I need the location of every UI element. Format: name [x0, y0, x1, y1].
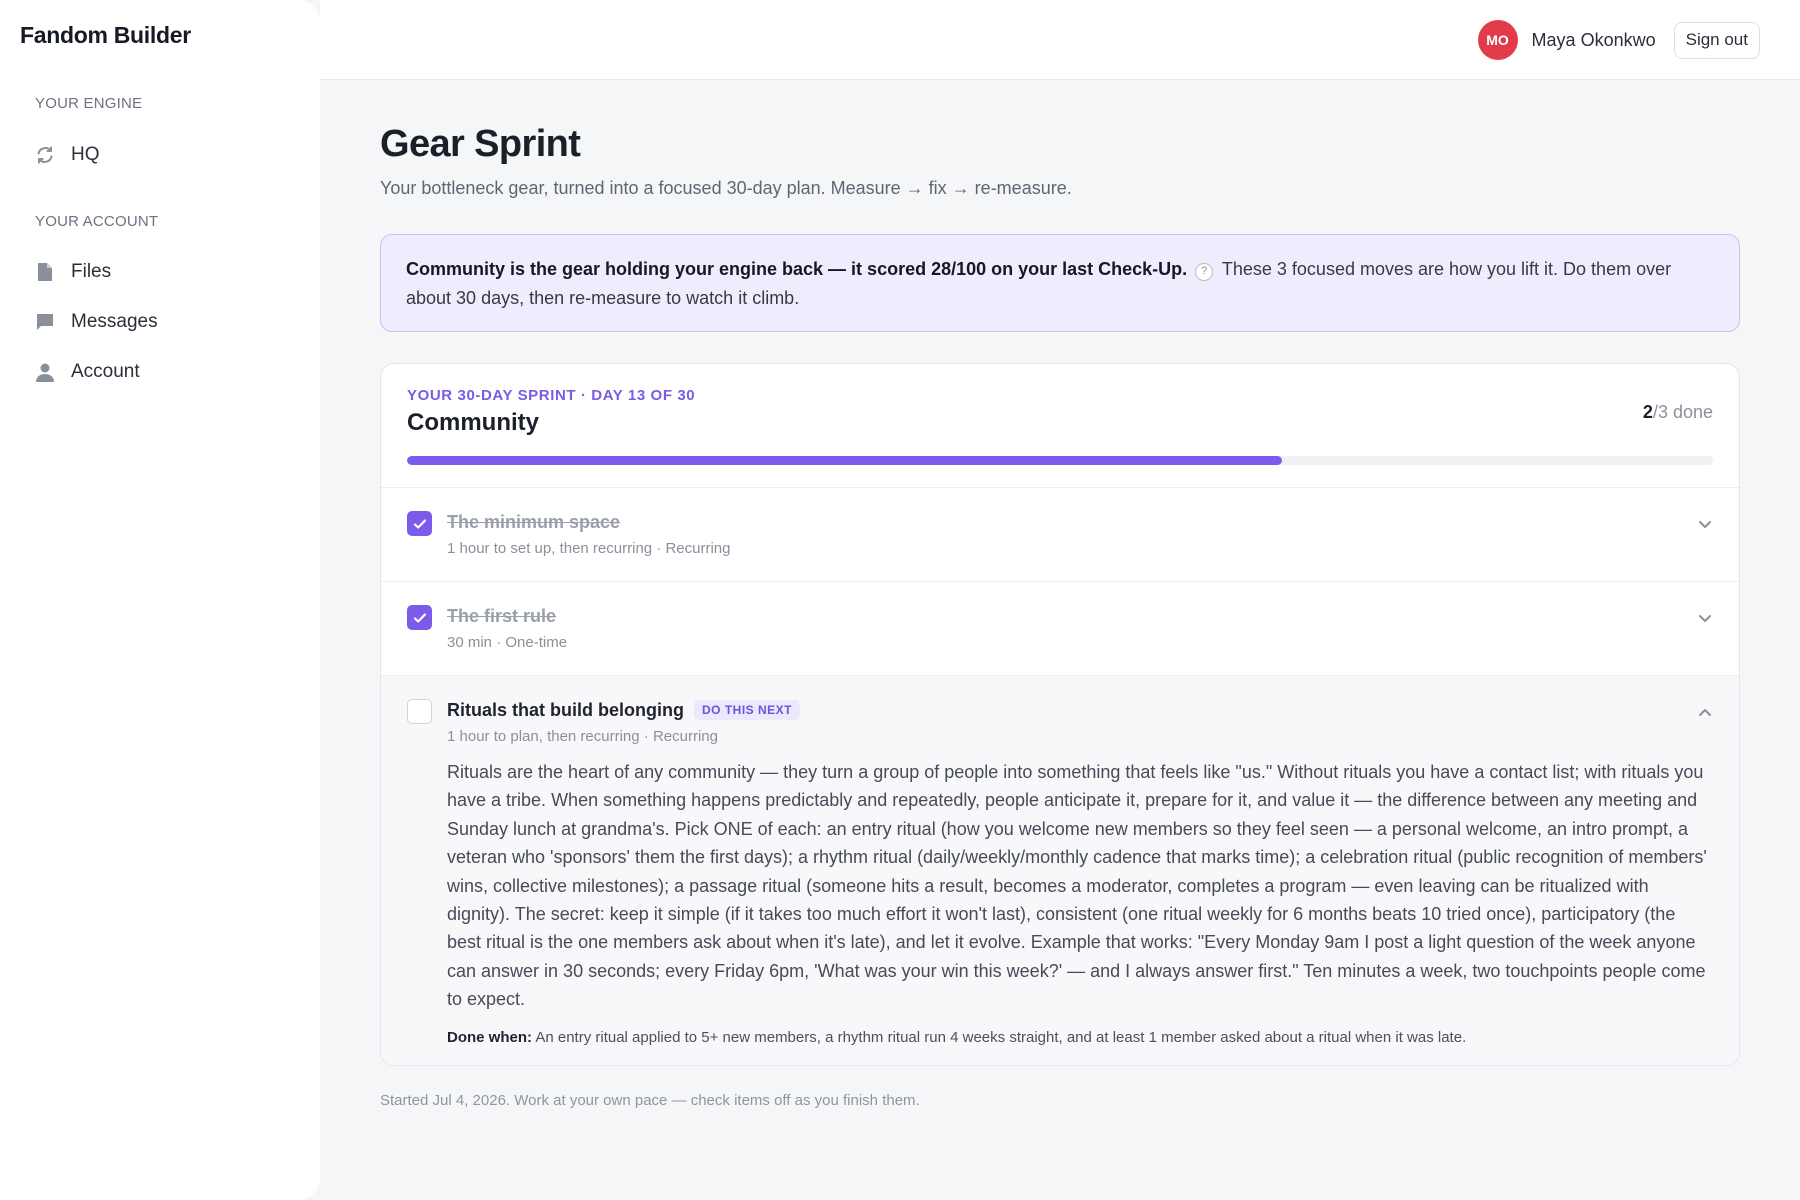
brand-logo[interactable]: Fandom Builder	[20, 22, 191, 49]
task-done-when: Done when: An entry ritual applied to 5+…	[447, 1029, 1709, 1046]
task-checkbox[interactable]	[407, 511, 432, 536]
sidebar-item-label: Account	[71, 361, 140, 382]
sprint-progress-count: 2/3 done	[1643, 402, 1713, 423]
sidebar-item-label: Files	[71, 261, 112, 282]
bottleneck-banner: Community is the gear holding your engin…	[380, 234, 1740, 332]
chevron-down-icon[interactable]	[1697, 516, 1713, 532]
chevron-down-icon[interactable]	[1697, 610, 1713, 626]
sprint-progress-bar	[407, 456, 1713, 465]
sprint-header: YOUR 30-DAY SPRINT · DAY 13 OF 30 Commun…	[381, 364, 1739, 488]
page-subtitle: Your bottleneck gear, turned into a focu…	[380, 178, 1072, 198]
task-item[interactable]: The minimum space 1 hour to set up, then…	[381, 488, 1739, 582]
task-title: The minimum space	[447, 512, 621, 532]
page-title: Gear Sprint	[380, 123, 581, 165]
sidebar-item-label: Messages	[71, 311, 158, 332]
sidebar: Fandom Builder YOUR ENGINE HQ YOUR ACCOU…	[0, 0, 320, 1200]
task-description: Rituals are the heart of any community —…	[447, 762, 1707, 1010]
sprint-footnote: Started Jul 4, 2026. Work at your own pa…	[380, 1092, 920, 1109]
do-next-badge: DO THIS NEXT	[693, 700, 800, 720]
done-when-text: An entry ritual applied to 5+ new member…	[535, 1029, 1467, 1046]
total-suffix: /3 done	[1652, 402, 1713, 422]
sidebar-item-account[interactable]: Account	[35, 356, 140, 388]
sidebar-item-label: HQ	[71, 144, 100, 165]
refresh-icon	[35, 144, 55, 166]
sprint-card: YOUR 30-DAY SPRINT · DAY 13 OF 30 Commun…	[380, 363, 1740, 1066]
avatar[interactable]: MO	[1477, 20, 1518, 60]
sidebar-item-files[interactable]: Files	[35, 256, 111, 288]
help-icon[interactable]: ?	[1195, 262, 1214, 281]
done-when-label: Done when:	[447, 1029, 532, 1046]
top-bar: MO Maya Okonkwo Sign out	[320, 0, 1800, 80]
task-item[interactable]: The first rule 30 min · One-time	[381, 582, 1739, 676]
sidebar-section-account: YOUR ACCOUNT	[35, 213, 159, 230]
task-item-expanded[interactable]: Rituals that build belonging DO THIS NEXT…	[381, 676, 1739, 1065]
sprint-progress-fill	[407, 456, 1283, 465]
user-menu: MO Maya Okonkwo Sign out	[1477, 20, 1760, 60]
check-icon	[413, 612, 426, 623]
sidebar-item-messages[interactable]: Messages	[35, 306, 158, 338]
check-icon	[413, 518, 426, 529]
sprint-name: Community	[407, 409, 539, 436]
task-title-text: Rituals that build belonging	[447, 700, 684, 720]
sidebar-section-engine: YOUR ENGINE	[35, 95, 143, 112]
task-title: The first rule	[447, 606, 557, 626]
banner-headline: Community is the gear holding your engin…	[406, 259, 1188, 279]
file-icon	[35, 261, 55, 283]
task-meta: 30 min · One-time	[447, 634, 568, 651]
chevron-up-icon[interactable]	[1697, 704, 1713, 720]
app-root: Fandom Builder YOUR ENGINE HQ YOUR ACCOU…	[0, 0, 1800, 1200]
task-meta: 1 hour to plan, then recurring · Recurri…	[447, 728, 718, 745]
done-count: 2	[1642, 402, 1653, 422]
task-meta: 1 hour to set up, then recurring · Recur…	[447, 540, 731, 557]
sidebar-item-hq[interactable]: HQ	[35, 139, 100, 171]
sign-out-button[interactable]: Sign out	[1673, 21, 1760, 59]
task-checkbox[interactable]	[407, 605, 432, 630]
user-icon	[35, 361, 55, 383]
message-icon	[35, 311, 55, 333]
sprint-kicker: YOUR 30-DAY SPRINT · DAY 13 OF 30	[407, 387, 696, 404]
user-name: Maya Okonkwo	[1531, 29, 1656, 50]
task-checkbox[interactable]	[407, 699, 432, 724]
task-title: Rituals that build belonging DO THIS NEXT	[447, 700, 800, 721]
